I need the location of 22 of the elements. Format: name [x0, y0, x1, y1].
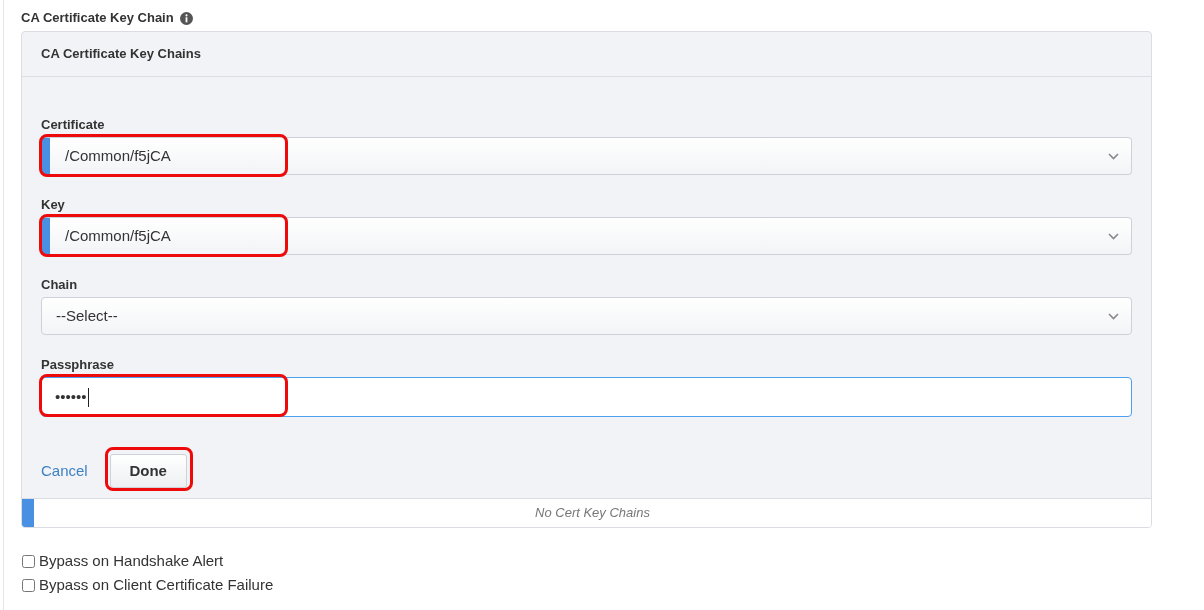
chevron-down-icon	[1108, 152, 1119, 160]
text-cursor-icon	[87, 387, 89, 407]
chevron-down-icon	[1108, 232, 1119, 240]
field-label: Passphrase	[41, 357, 115, 373]
checkbox[interactable]	[22, 578, 35, 592]
password-field[interactable]: ••••••	[41, 377, 1132, 417]
field-label: Certificate	[41, 117, 106, 133]
dropdown-field[interactable]: --Select--	[41, 297, 1132, 335]
checkbox-label: Bypass on Handshake Alert	[39, 550, 224, 571]
dropdown-field[interactable]: /Common/f5jCA	[41, 217, 1132, 255]
section-title: CA Certificate Key Chain	[21, 10, 174, 26]
checkbox-label: Bypass on Client Certificate Failure	[39, 574, 274, 595]
panel-title: CA Certificate Key Chains	[41, 45, 201, 64]
info-icon	[179, 11, 193, 25]
chevron-down-icon	[1108, 312, 1119, 320]
field-label: Key	[41, 197, 66, 213]
dropdown-field[interactable]: /Common/f5jCA	[41, 137, 1132, 175]
field-label: Chain	[41, 277, 79, 293]
empty-list-message: No Cert Key Chains	[534, 504, 651, 523]
done-button[interactable]: Done	[109, 454, 187, 488]
cancel-link[interactable]: Cancel	[41, 462, 88, 479]
checkbox[interactable]	[22, 554, 35, 568]
